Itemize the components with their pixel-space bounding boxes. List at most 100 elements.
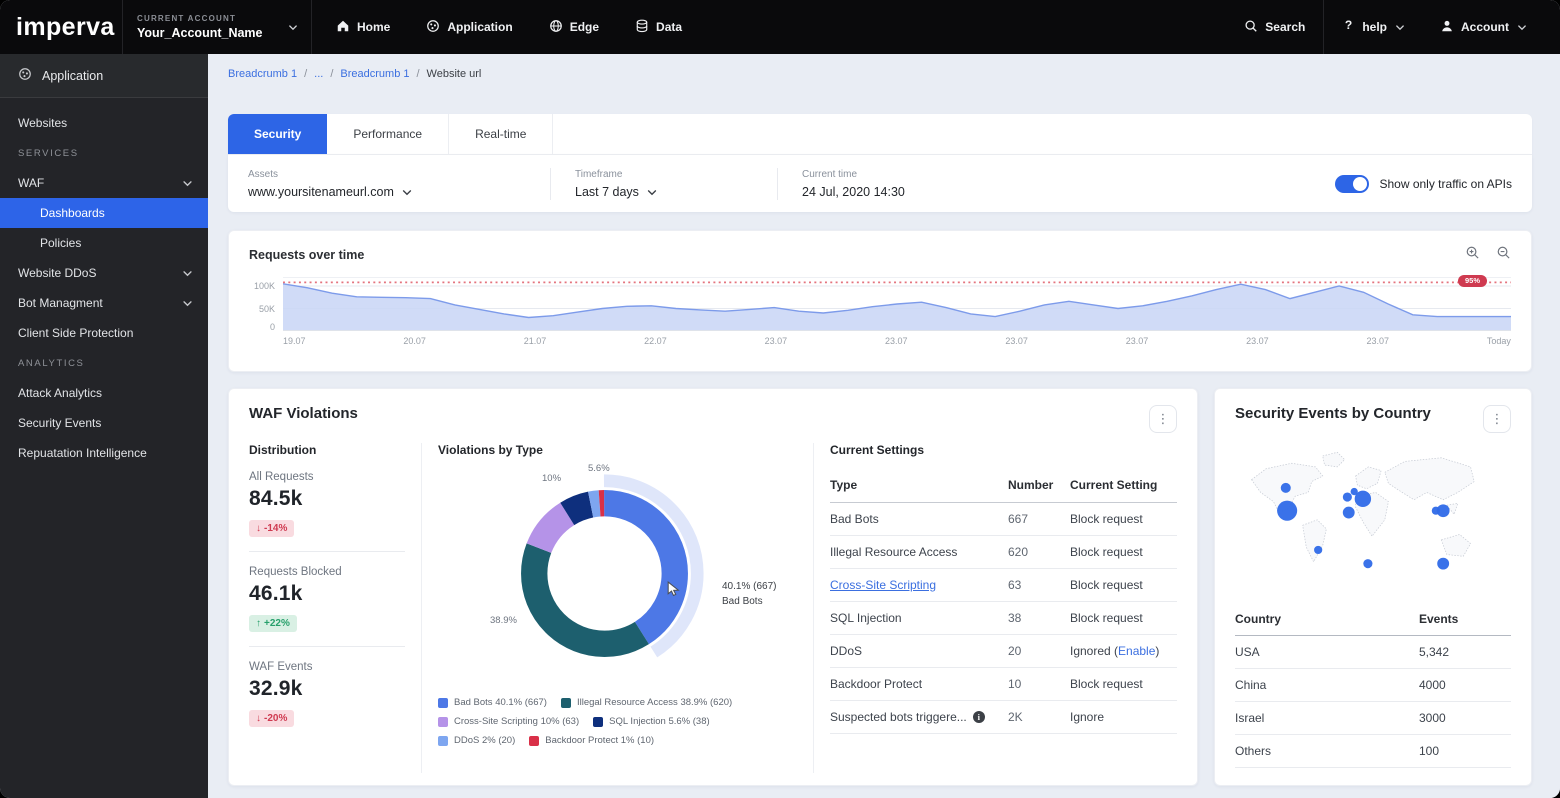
sidebar-item-bot-managment[interactable]: Bot Managment (0, 288, 208, 318)
account-menu[interactable]: Account (1422, 19, 1544, 36)
x-tick: 23.07 (1367, 336, 1390, 346)
svg-text:?: ? (1345, 19, 1352, 32)
api-traffic-toggle[interactable] (1335, 175, 1369, 193)
sidebar-item-policies[interactable]: Policies (0, 228, 208, 258)
donut-tooltip: 40.1% (667) Bad Bots (722, 579, 776, 609)
enable-link[interactable]: Enable (1118, 644, 1155, 658)
breadcrumb-link[interactable]: ... (314, 68, 323, 80)
sidebar-item-repuatation-intelligence[interactable]: Repuatation Intelligence (0, 438, 208, 468)
col-events: Events (1419, 612, 1511, 626)
x-tick: 21.07 (524, 336, 547, 346)
number-value: 620 (1008, 545, 1070, 559)
sidebar-item-dashboards[interactable]: Dashboards (0, 198, 208, 228)
type-label: DDoS (830, 644, 862, 658)
legend-sql-injection[interactable]: SQL Injection 5.6% (38) (593, 716, 710, 727)
legend-label: SQL Injection 5.6% (38) (609, 716, 710, 727)
breadcrumb-link[interactable]: Breadcrumb 1 (228, 68, 297, 80)
country-events: 100 (1419, 744, 1511, 758)
primary-nav: Home Application Edge Data (336, 19, 1226, 36)
legend-ddos[interactable]: DDoS 2% (20) (438, 735, 515, 746)
donut-tooltip-value: 40.1% (667) (722, 579, 776, 594)
search-button[interactable]: Search (1226, 19, 1323, 36)
help-label: help (1362, 20, 1387, 34)
legend-swatch (438, 698, 448, 708)
timeframe-dropdown[interactable]: Last 7 days (575, 185, 777, 199)
zoom-in-icon[interactable] (1465, 245, 1480, 265)
country-events-table: CountryEventsUSA5,342China4000Israel3000… (1235, 602, 1511, 768)
col-number: Number (1008, 478, 1070, 492)
divider (311, 0, 312, 54)
sidebar-item-label: Policies (40, 236, 81, 250)
sidebar: Application WebsitesSERVICESWAF Dashboard… (0, 54, 208, 798)
settings-row-backdoor-protect: Backdoor Protect10Block request (830, 668, 1177, 701)
sidebar-header-application[interactable]: Application (0, 54, 208, 98)
nav-edge[interactable]: Edge (549, 19, 599, 36)
sidebar-item-label: Dashboards (40, 206, 105, 220)
sidebar-item-label: Client Side Protection (18, 326, 133, 340)
chevron-down-icon (1518, 20, 1526, 34)
account-menu-label: Account (1461, 20, 1509, 34)
assets-dropdown[interactable]: www.yoursitenameurl.com (248, 185, 550, 199)
sidebar-item-client-side-protection[interactable]: Client Side Protection (0, 318, 208, 348)
imperva-logo[interactable]: imperva (0, 13, 122, 42)
search-label: Search (1265, 20, 1305, 34)
violations-donut-chart[interactable]: Bad Bots 40.1% (667)Illegal Resource Acc… (502, 471, 707, 676)
settings-row-sql-injection: SQL Injection38Block request (830, 602, 1177, 635)
tab-security[interactable]: Security (228, 114, 327, 154)
x-tick: 22.07 (644, 336, 667, 346)
chevron-down-icon (1396, 20, 1404, 34)
tab-performance[interactable]: Performance (327, 114, 449, 154)
breadcrumb-link[interactable]: Breadcrumb 1 (340, 68, 409, 80)
requests-area-chart[interactable] (283, 277, 1511, 331)
zoom-out-icon[interactable] (1496, 245, 1511, 265)
y-tick: 50K (259, 304, 275, 314)
nav-data[interactable]: Data (635, 19, 682, 36)
sidebar-item-waf[interactable]: WAF (0, 168, 208, 198)
breadcrumb: Breadcrumb 1/.../Breadcrumb 1/Website ur… (228, 54, 1532, 94)
current-account-switcher[interactable]: CURRENT ACCOUNT Your_Account_Name (123, 14, 311, 40)
sidebar-item-website-ddos[interactable]: Website DDoS (0, 258, 208, 288)
tab-real-time[interactable]: Real-time (449, 114, 553, 154)
chevron-down-icon (183, 296, 192, 310)
stat-all-requests: All Requests 84.5k ↓-14% (249, 457, 405, 552)
sidebar-item-label: Security Events (18, 416, 101, 430)
nav-home[interactable]: Home (336, 19, 390, 36)
settings-row-illegal-resource-access: Illegal Resource Access620Block request (830, 536, 1177, 569)
help-icon: ? (1342, 19, 1355, 35)
sidebar-item-label: Website DDoS (18, 266, 96, 280)
current-account-label: CURRENT ACCOUNT (137, 14, 263, 23)
legend-cross-site-scripting[interactable]: Cross-Site Scripting 10% (63) (438, 716, 579, 727)
user-icon (1440, 19, 1454, 36)
security-events-more-button[interactable]: ⋮ (1483, 405, 1511, 433)
settings-row-suspected-bots-triggere-: Suspected bots triggere...i2KIgnore (830, 701, 1177, 734)
breadcrumb-current: Website url (427, 68, 482, 80)
sidebar-item-security-events[interactable]: Security Events (0, 408, 208, 438)
sidebar-item-attack-analytics[interactable]: Attack Analytics (0, 378, 208, 408)
x-axis-labels: 19.0720.0721.0722.0723.0723.0723.0723.07… (283, 336, 1511, 346)
application-icon (426, 19, 440, 36)
help-menu[interactable]: ? help (1324, 19, 1422, 35)
y-tick: 100K (254, 281, 275, 291)
sidebar-item-websites[interactable]: Websites (0, 108, 208, 138)
sidebar-section-services: SERVICES (0, 138, 208, 168)
legend-backdoor-protect[interactable]: Backdoor Protect 1% (10) (529, 735, 654, 746)
country-row-israel: Israel3000 (1235, 702, 1511, 735)
stat-value: 84.5k (249, 487, 405, 511)
distribution-title: Distribution (249, 443, 405, 457)
country-name: USA (1235, 645, 1419, 659)
country-name: China (1235, 678, 1419, 692)
assets-filter: Assets www.yoursitenameurl.com (228, 169, 550, 199)
waf-violations-more-button[interactable]: ⋮ (1149, 405, 1177, 433)
breadcrumb-separator: / (416, 68, 419, 80)
nav-label: Application (447, 20, 512, 34)
donut-tooltip-label: Bad Bots (722, 594, 776, 609)
toggle-knob (1353, 177, 1367, 191)
legend-label: Illegal Resource Access 38.9% (620) (577, 697, 732, 708)
info-icon[interactable]: i (973, 711, 985, 723)
type-link[interactable]: Cross-Site Scripting (830, 578, 936, 592)
legend-illegal-resource-access[interactable]: Illegal Resource Access 38.9% (620) (561, 697, 732, 708)
legend-bad-bots[interactable]: Bad Bots 40.1% (667) (438, 697, 547, 708)
country-events: 3000 (1419, 711, 1511, 725)
sidebar-header-label: Application (42, 69, 103, 83)
nav-application[interactable]: Application (426, 19, 512, 36)
